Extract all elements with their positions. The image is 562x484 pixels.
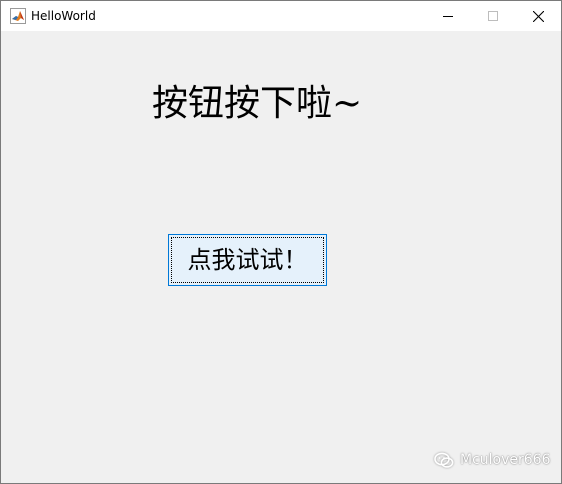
close-button[interactable] — [515, 1, 561, 31]
try-me-button-label: 点我试试！ — [187, 246, 308, 274]
watermark-text: Mculover666 — [460, 452, 551, 468]
maximize-button[interactable] — [470, 1, 516, 31]
maximize-icon — [488, 11, 498, 21]
title-bar[interactable]: HelloWorld — [1, 1, 561, 31]
try-me-button[interactable]: 点我试试！ — [168, 234, 327, 286]
window-title: HelloWorld — [31, 9, 96, 23]
figure-canvas: 按钮按下啦~ 点我试试！ Mculover666 — [1, 31, 561, 483]
app-window: HelloWorld 按钮按下啦~ 点我试试！ Mculover666 — [0, 0, 562, 484]
watermark: Mculover666 — [434, 451, 550, 469]
minimize-icon — [443, 11, 453, 21]
matlab-icon — [10, 8, 26, 24]
close-icon — [532, 10, 544, 22]
minimize-button[interactable] — [425, 1, 471, 31]
status-text-label: 按钮按下啦~ — [152, 83, 363, 124]
wechat-icon — [434, 452, 454, 469]
